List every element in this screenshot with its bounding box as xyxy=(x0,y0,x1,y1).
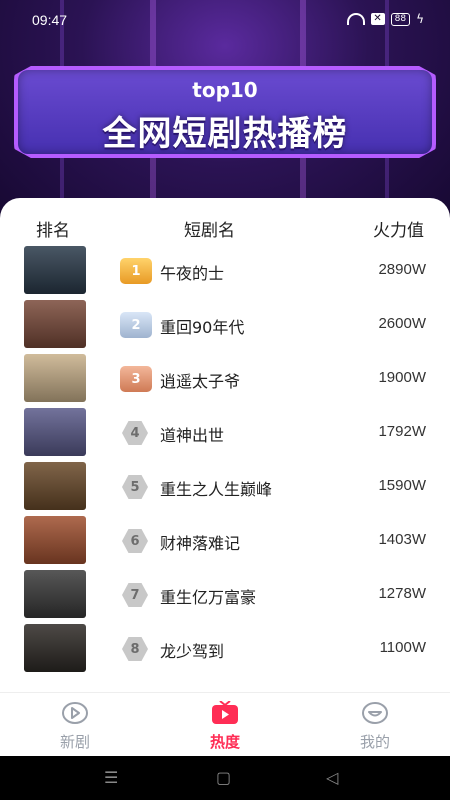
list-item[interactable]: 2 重回90年代 2600W xyxy=(0,300,450,354)
rank-badge-icon: 4 xyxy=(122,421,148,445)
rank-badge-icon: 5 xyxy=(122,475,148,499)
drama-title: 道神出世 xyxy=(160,426,225,445)
list-item[interactable]: 8 龙少驾到 1100W xyxy=(0,624,450,678)
header-rank: 排名 xyxy=(36,221,70,241)
heat-value: 2600W xyxy=(378,315,426,332)
play-circle-icon xyxy=(62,702,88,724)
rank-medal-gold-icon: 1 xyxy=(120,258,152,284)
charging-icon: ϟ xyxy=(416,12,424,26)
drama-title: 逍遥太子爷 xyxy=(160,372,241,391)
list-item[interactable]: 7 重生亿万富豪 1278W xyxy=(0,570,450,624)
back-icon[interactable]: ◁ xyxy=(326,768,338,787)
list-item[interactable]: 1 午夜的士 2890W xyxy=(0,246,450,300)
poster-thumbnail[interactable] xyxy=(24,354,86,402)
drama-title: 财神落难记 xyxy=(160,534,241,553)
heat-value: 1900W xyxy=(378,369,426,386)
bottom-nav: 新剧 热度 我的 xyxy=(0,692,450,756)
header-name: 短剧名 xyxy=(184,221,235,241)
status-bar: 09:47 ✕ 88 ϟ xyxy=(0,0,450,40)
list-item[interactable]: 5 重生之人生巅峰 1590W xyxy=(0,462,450,516)
list-item[interactable]: 4 道神出世 1792W xyxy=(0,408,450,462)
drama-title: 午夜的士 xyxy=(160,264,225,283)
poster-thumbnail[interactable] xyxy=(24,408,86,456)
heat-value: 2890W xyxy=(378,261,426,278)
heat-value: 1278W xyxy=(378,585,426,602)
banner-title: 全网短剧热播榜 xyxy=(102,114,348,154)
nav-profile[interactable]: 我的 xyxy=(335,701,415,752)
rank-medal-silver-icon: 2 xyxy=(120,312,152,338)
nav-me-label: 我的 xyxy=(359,733,390,751)
poster-thumbnail[interactable] xyxy=(24,624,86,672)
heat-value: 1100W xyxy=(379,639,426,656)
heat-value: 1792W xyxy=(378,423,426,440)
nav-new-label: 新剧 xyxy=(59,733,90,751)
header-heat: 火力值 xyxy=(373,221,424,241)
home-icon[interactable]: ▢ xyxy=(216,768,231,787)
banner-subtitle: top10 xyxy=(192,78,258,102)
nav-new-dramas[interactable]: 新剧 xyxy=(35,701,115,752)
drama-title: 重生之人生巅峰 xyxy=(160,480,273,499)
rank-badge-icon: 6 xyxy=(122,529,148,553)
battery-icon: 88 xyxy=(390,12,411,26)
list-item[interactable]: 6 财神落难记 1403W xyxy=(0,516,450,570)
nav-hot[interactable]: 热度 xyxy=(185,701,265,752)
rank-badge-icon: 7 xyxy=(122,583,148,607)
top10-banner: top10 全网短剧热播榜 xyxy=(14,66,436,158)
nav-hot-label: 热度 xyxy=(209,733,240,751)
poster-thumbnail[interactable] xyxy=(24,570,86,618)
no-sim-icon: ✕ xyxy=(370,13,385,25)
menu-icon[interactable]: ☰ xyxy=(104,768,118,787)
tv-icon xyxy=(212,701,238,724)
drama-title: 龙少驾到 xyxy=(160,642,225,661)
ranking-list: 排名 短剧名 火力值 1 午夜的士 2890W 2 重回90年代 2600W 3… xyxy=(0,198,450,692)
heat-value: 1590W xyxy=(378,477,426,494)
status-icons: ✕ 88 ϟ xyxy=(346,12,424,26)
poster-thumbnail[interactable] xyxy=(24,516,86,564)
wifi-icon xyxy=(346,13,365,25)
poster-thumbnail[interactable] xyxy=(24,462,86,510)
rank-badge-icon: 8 xyxy=(122,637,148,661)
list-item[interactable]: 3 逍遥太子爷 1900W xyxy=(0,354,450,408)
poster-thumbnail[interactable] xyxy=(24,246,86,294)
smile-icon xyxy=(362,702,388,724)
drama-title: 重回90年代 xyxy=(160,318,245,337)
rank-medal-bronze-icon: 3 xyxy=(120,366,152,392)
system-nav-bar: ☰ ▢ ◁ xyxy=(0,756,450,800)
poster-thumbnail[interactable] xyxy=(24,300,86,348)
heat-value: 1403W xyxy=(378,531,426,548)
drama-title: 重生亿万富豪 xyxy=(160,588,257,607)
status-time: 09:47 xyxy=(32,12,68,28)
